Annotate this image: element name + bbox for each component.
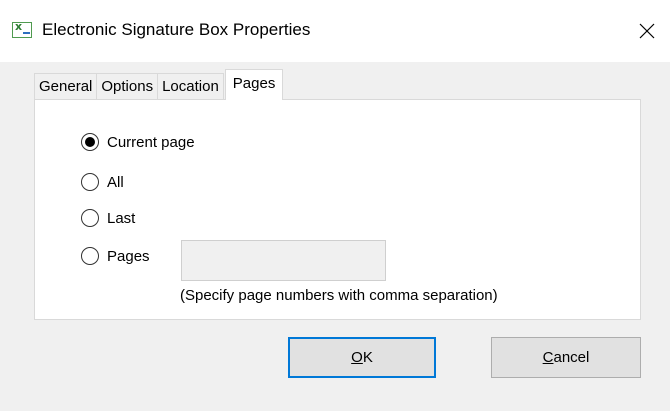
radio-button-checked[interactable] [81, 133, 99, 151]
title-bar: x Electronic Signature Box Properties [0, 0, 670, 62]
ok-label: K [362, 349, 373, 366]
pages-input[interactable] [181, 240, 386, 281]
cancel-mnemonic: C [542, 349, 554, 366]
radio-pages[interactable]: Pages [81, 247, 150, 265]
pages-panel: Current page All Last Pages (Specify pag… [34, 99, 641, 320]
cancel-label: ancel [553, 349, 590, 366]
radio-label-all: All [107, 173, 124, 191]
app-icon: x [12, 20, 32, 38]
close-button[interactable] [624, 0, 670, 62]
radio-current-page[interactable]: Current page [81, 133, 195, 151]
radio-all[interactable]: All [81, 173, 124, 191]
radio-label-current-page: Current page [107, 133, 195, 151]
tab-location[interactable]: Location [157, 73, 224, 100]
ok-button[interactable]: OK [288, 337, 436, 378]
tab-pages[interactable]: Pages [224, 69, 284, 100]
tab-bar: General Options Location Pages [34, 69, 284, 100]
tab-general[interactable]: General [34, 73, 98, 100]
radio-label-last: Last [107, 209, 136, 227]
cancel-button[interactable]: Cancel [491, 337, 641, 378]
radio-button[interactable] [81, 173, 99, 191]
close-icon [639, 23, 655, 39]
radio-label-pages: Pages [107, 247, 150, 265]
window-title: Electronic Signature Box Properties [42, 20, 311, 39]
pages-hint: (Specify page numbers with comma separat… [180, 287, 498, 304]
radio-button[interactable] [81, 209, 99, 227]
tab-options[interactable]: Options [96, 73, 159, 100]
radio-button[interactable] [81, 247, 99, 265]
ok-mnemonic: O [351, 349, 363, 366]
radio-last[interactable]: Last [81, 209, 135, 227]
